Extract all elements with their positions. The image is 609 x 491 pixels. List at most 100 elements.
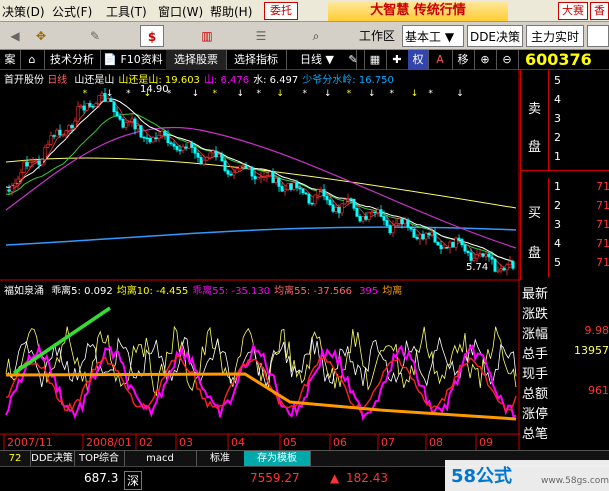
btab-num[interactable]: 72 — [0, 451, 31, 467]
stat-label-5: 总额 — [522, 387, 549, 402]
tab-f10[interactable]: 📄 F10资料 — [100, 50, 167, 70]
svg-text:*: * — [256, 89, 261, 99]
svg-text:↓: ↓ — [368, 89, 376, 99]
stat-value-5: 961 — [588, 384, 609, 397]
menu-decision[interactable]: 决策(D) — [2, 3, 45, 20]
buy-price-1: 71 — [596, 199, 609, 212]
date-tick-1: 2008/01 — [86, 436, 132, 449]
move-icon[interactable]: ✥ — [30, 25, 52, 47]
sub-indicator-1: 均离10: -4.455 — [116, 286, 189, 296]
ruler-icon[interactable]: ✎ — [84, 25, 106, 47]
stat-label-2: 涨幅 — [522, 327, 549, 342]
svg-text:*: * — [212, 89, 217, 99]
svg-text:*: * — [389, 89, 394, 99]
btab-standard[interactable]: 标准 — [196, 451, 245, 467]
entrust-button[interactable]: 委托 — [264, 2, 298, 20]
tab-grid-icon[interactable]: ▦ — [364, 50, 387, 70]
stat-label-0: 最新 — [522, 287, 549, 302]
high-price-label: 14.90 — [140, 84, 169, 95]
buy-level-1: 1 — [554, 180, 561, 193]
dollar-icon[interactable]: $ — [140, 25, 164, 47]
stat-value-2: 9.98 — [584, 324, 609, 337]
btab-save-template[interactable]: 存为模板 — [244, 451, 311, 467]
sub-chart-title: 福如泉涌 — [4, 286, 44, 296]
tab-move[interactable]: 移 — [452, 50, 475, 70]
chart-area[interactable]: * ↓ * ↓ * ↓ * ↓ * ↓ * ↓ * ↓ * ↓ * ↓ 2007/11 2008/01 02 03 04 0… — [0, 70, 520, 450]
tab-draw-icon[interactable]: ✎ — [342, 50, 365, 70]
list-icon[interactable]: ☰ — [250, 25, 272, 47]
svg-text:*: * — [347, 89, 352, 99]
status-value-1: 687.3 — [84, 471, 119, 485]
svg-text:↓: ↓ — [456, 89, 464, 99]
buy-level-2: 2 — [554, 199, 561, 212]
tab-home-icon[interactable]: ⌂ — [20, 50, 45, 70]
btab-top[interactable]: TOP综合 — [74, 451, 125, 467]
hk-button[interactable]: 香 — [590, 2, 609, 20]
status-value-2: 7559.27 — [250, 471, 300, 485]
basic-select[interactable]: 基本工 ▼ — [402, 25, 464, 47]
date-tick-4: 04 — [231, 436, 245, 449]
menu-window[interactable]: 窗口(W) — [158, 3, 203, 20]
contest-button[interactable]: 大赛 — [558, 2, 588, 20]
sub-chart-header: 福如泉涌 乖离5: 0.092 均离10: -4.455 乖离55: -35.130… — [4, 282, 519, 296]
svg-text:*: * — [302, 89, 307, 99]
stat-label-4: 现手 — [522, 367, 549, 382]
btab-macd[interactable]: macd — [124, 451, 197, 467]
svg-text:*: * — [428, 89, 433, 99]
date-tick-9: 09 — [479, 436, 493, 449]
tab-tech-analysis[interactable]: 技术分析 — [44, 50, 101, 70]
dde-button[interactable]: DDE决策 — [467, 25, 523, 47]
tab-rights[interactable]: 权 — [408, 50, 429, 70]
back-icon[interactable]: ◀ — [4, 25, 26, 47]
watermark-text: 58公式 — [451, 466, 513, 487]
tab-zoom-in-icon[interactable]: ⊕ — [474, 50, 497, 70]
sub-indicator-0: 乖离5: 0.092 — [51, 286, 113, 296]
sell-label: 卖 — [528, 102, 542, 117]
menu-tools[interactable]: 工具(T) — [106, 3, 147, 20]
main-indicator-3: 水: 6.497 — [253, 75, 299, 85]
buy-level-4: 4 — [554, 237, 561, 250]
tab-select-indicator[interactable]: 选择指标 — [226, 50, 287, 70]
tab-bar: 案 ⌂ 技术分析 📄 F10资料 选择股票 选择指标 日线 ▼ ✎ ▦ ✚ 权 … — [0, 50, 609, 70]
status-value-3: 182.43 — [346, 471, 388, 485]
quote-panel: 卖 盘 买 盘 5 4 3 2 1 1 2 3 4 5 71 71 71 71 71 最新 涨跌 涨幅 9.98 总… — [520, 70, 609, 450]
chart-canvas[interactable]: * ↓ * ↓ * ↓ * ↓ * ↓ * ↓ * ↓ * ↓ * ↓ 2007/11 2008/01 02 03 04 0… — [0, 70, 520, 450]
buy-price-0: 71 — [596, 180, 609, 193]
date-tick-6: 06 — [333, 436, 347, 449]
up-arrow-icon: ▲ — [330, 471, 340, 485]
tab-case[interactable]: 案 — [0, 50, 21, 70]
buy-label: 买 — [528, 206, 542, 221]
main-indicator-0: 山还是山 — [74, 75, 115, 85]
date-tick-2: 02 — [139, 436, 153, 449]
main-realtime-button[interactable]: 主力实时 — [526, 25, 584, 47]
stock-name: 首开股份 — [4, 75, 44, 85]
buy-price-3: 71 — [596, 237, 609, 250]
sub-indicator-5: 均离 — [382, 286, 403, 296]
tab-zoom-out-icon[interactable]: ⊖ — [496, 50, 519, 70]
toolbar-extra-button[interactable] — [587, 25, 609, 47]
menu-help[interactable]: 帮助(H) — [210, 3, 252, 20]
tab-text-icon[interactable]: A — [428, 50, 453, 70]
stat-label-1: 涨跌 — [522, 307, 549, 322]
date-tick-8: 08 — [429, 436, 443, 449]
binoculars-icon[interactable]: ⌕ — [305, 25, 327, 47]
btab-dde[interactable]: DDE决策 — [30, 451, 75, 467]
chart-icon[interactable]: ▥ — [196, 25, 218, 47]
svg-text:↓: ↓ — [324, 89, 332, 99]
tab-select-stock[interactable]: 选择股票 — [166, 50, 227, 70]
workzone-button[interactable]: 工作区 — [355, 25, 399, 47]
buy-price-4: 71 — [596, 256, 609, 269]
svg-text:↓: ↓ — [276, 89, 284, 99]
sell-pan-label: 盘 — [528, 140, 542, 155]
sell-level-3: 3 — [554, 112, 561, 125]
svg-text:↓: ↓ — [106, 89, 114, 99]
status-market-tag[interactable]: 深 — [124, 471, 143, 490]
sub-indicator-2: 乖离55: -35.130 — [192, 286, 271, 296]
buy-level-3: 3 — [554, 218, 561, 231]
buy-pan-label: 盘 — [528, 246, 542, 261]
menu-formula[interactable]: 公式(F) — [52, 3, 92, 20]
stock-code: 600376 — [525, 50, 592, 69]
tab-cross-icon[interactable]: ✚ — [386, 50, 409, 70]
sell-level-2: 2 — [554, 131, 561, 144]
sell-level-4: 4 — [554, 93, 561, 106]
